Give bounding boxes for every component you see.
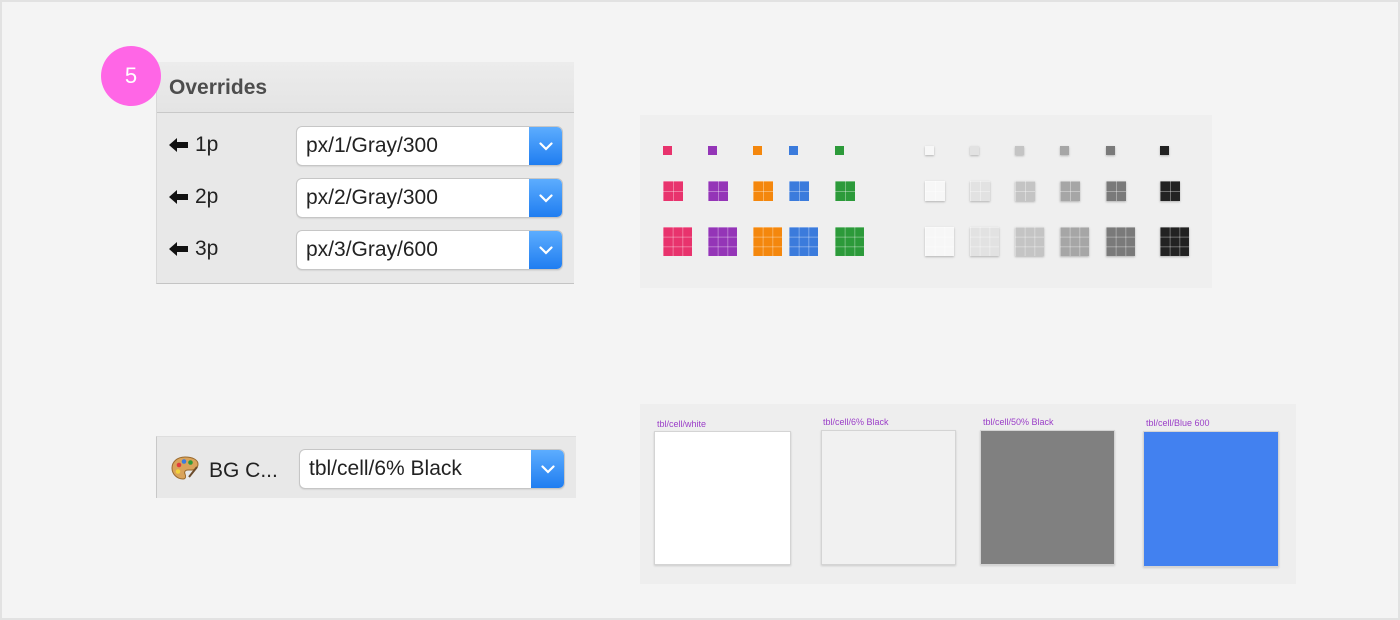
pixel-swatch — [835, 146, 844, 155]
chevron-down-icon[interactable] — [531, 450, 564, 488]
override-select-1p[interactable]: px/1/Gray/300 — [296, 126, 563, 166]
override-label: 1p — [195, 133, 219, 156]
pixel-swatch — [1060, 146, 1069, 155]
pixel-swatch — [789, 227, 818, 256]
cell-swatch-blue-600 — [1143, 431, 1279, 567]
pixel-swatch — [789, 146, 798, 155]
pixel-swatch — [1060, 181, 1080, 201]
select-value: px/3/Gray/600 — [306, 238, 438, 261]
pixel-swatch — [925, 146, 934, 155]
cell-label-50-black: tbl/cell/50% Black — [983, 417, 1054, 427]
override-row-2p: 2p px/2/Gray/300 — [157, 178, 575, 218]
chevron-down-icon[interactable] — [529, 127, 562, 165]
bg-color-panel: BG C... tbl/cell/6% Black — [156, 436, 576, 498]
pixel-swatch — [708, 227, 737, 256]
cell-label-6-black: tbl/cell/6% Black — [823, 417, 889, 427]
cell-swatch-6-black — [821, 430, 956, 565]
select-value: tbl/cell/6% Black — [309, 457, 462, 480]
arrow-left-icon — [169, 241, 189, 257]
pixel-swatch — [708, 181, 728, 201]
pixel-swatch — [970, 146, 979, 155]
pixel-swatch — [1106, 227, 1135, 256]
arrow-left-icon — [169, 189, 189, 205]
pixel-swatch — [1160, 146, 1169, 155]
chevron-down-icon[interactable] — [529, 179, 562, 217]
pixel-swatch — [1060, 227, 1089, 256]
cell-color-board: tbl/cell/white tbl/cell/6% Black tbl/cel… — [640, 404, 1296, 584]
cell-swatch-50-black — [980, 430, 1115, 565]
overrides-title: Overrides — [169, 76, 268, 99]
override-select-2p[interactable]: px/2/Gray/300 — [296, 178, 563, 218]
pixel-swatch — [753, 227, 782, 256]
overrides-header: Overrides — [157, 62, 574, 113]
cell-swatch-white — [654, 431, 791, 565]
pixel-swatch — [663, 227, 692, 256]
chevron-down-icon[interactable] — [529, 231, 562, 269]
pixel-swatch — [753, 146, 762, 155]
pixel-swatch — [835, 227, 864, 256]
select-value: px/2/Gray/300 — [306, 186, 438, 209]
bg-color-select[interactable]: tbl/cell/6% Black — [299, 449, 565, 489]
pixel-swatch — [1106, 146, 1115, 155]
bg-color-label: BG C... — [209, 459, 278, 482]
pixel-swatch — [789, 181, 809, 201]
override-row-3p: 3p px/3/Gray/600 — [157, 230, 575, 270]
palette-icon — [171, 455, 199, 487]
pixel-swatch — [835, 181, 855, 201]
pixel-swatch-board — [640, 115, 1212, 288]
step-badge: 5 — [101, 46, 161, 106]
select-value: px/1/Gray/300 — [306, 134, 438, 157]
pixel-swatch — [753, 181, 773, 201]
pixel-swatch — [1160, 181, 1180, 201]
pixel-swatch — [1160, 227, 1189, 256]
pixel-swatch — [970, 181, 990, 201]
pixel-swatch — [1015, 181, 1035, 201]
override-label: 3p — [195, 237, 219, 260]
pixel-swatch — [663, 181, 683, 201]
pixel-swatch — [970, 227, 999, 256]
override-label: 2p — [195, 185, 219, 208]
cell-label-blue-600: tbl/cell/Blue 600 — [1146, 418, 1210, 428]
pixel-swatch — [708, 146, 717, 155]
pixel-swatch — [925, 227, 954, 256]
pixel-swatch — [1106, 181, 1126, 201]
overrides-panel: Overrides 1p px/1/Gray/300 2p px/2/Gray/… — [156, 62, 574, 284]
arrow-left-icon — [169, 137, 189, 153]
pixel-swatch — [663, 146, 672, 155]
override-row-1p: 1p px/1/Gray/300 — [157, 126, 575, 166]
step-number: 5 — [124, 63, 138, 88]
pixel-swatch — [925, 181, 945, 201]
pixel-swatch — [1015, 227, 1044, 256]
cell-label-white: tbl/cell/white — [657, 419, 707, 429]
override-select-3p[interactable]: px/3/Gray/600 — [296, 230, 563, 270]
pixel-swatch — [1015, 146, 1024, 155]
